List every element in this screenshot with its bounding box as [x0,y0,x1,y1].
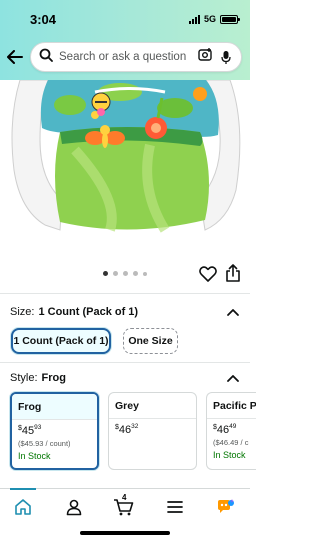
status-indicators: 5G [188,14,240,24]
person-icon [66,499,82,516]
battery-icon [220,14,240,24]
style-card-frog[interactable]: Frog $4593 ($45.93 / count) In Stock [10,392,99,470]
home-icon [15,499,31,515]
style-selected-value: Frog [41,372,66,384]
home-indicator [80,531,170,535]
size-option-1-count[interactable]: 1 Count (Pack of 1) [11,328,111,354]
style-card-unit-price: ($46.49 / c [213,438,249,447]
product-image[interactable] [0,80,250,250]
chevron-up-icon[interactable] [226,304,240,316]
menu-icon [167,501,183,513]
cart-count-badge: 4 [122,493,127,502]
image-carousel-controls [0,262,250,286]
ai-assistant-icon [218,499,234,513]
size-selected-value: 1 Count (Pack of 1) [38,306,139,318]
nav-account[interactable] [63,497,85,517]
header: 3:04 5G Search or ask a question [0,0,250,80]
chevron-up-icon[interactable] [226,370,240,382]
carousel-dot[interactable] [123,271,128,276]
nav-cart[interactable]: 4 [113,493,135,517]
search-placeholder: Search or ask a question [59,51,187,63]
nav-active-indicator [10,488,36,490]
status-time: 3:04 [30,11,57,27]
style-card-unit-price: ($45.93 / count) [18,439,71,448]
style-card-grey[interactable]: Grey $4632 [108,392,197,470]
network-label: 5G [203,14,216,24]
carousel-dot[interactable] [113,271,118,276]
carousel-dot[interactable] [143,271,147,276]
heart-icon[interactable] [199,265,217,283]
search-input[interactable]: Search or ask a question [30,42,242,72]
camera-scan-icon[interactable] [198,47,213,67]
style-card-stock: In Stock [213,450,246,460]
style-card-price: $4593 [18,424,42,437]
share-icon[interactable] [225,264,241,282]
style-card-price: $4649 [213,423,237,436]
divider [0,362,250,363]
style-card-name: Grey [109,393,196,419]
style-card-name: Pacific Pe [207,393,256,419]
carousel-dot[interactable] [103,271,108,276]
nav-menu[interactable] [164,497,186,517]
style-card-price: $4632 [115,423,139,436]
search-icon [39,48,53,67]
size-label: Size: 1 Count (Pack of 1) [10,306,139,318]
style-label: Style: Frog [10,372,66,384]
nav-home[interactable] [12,497,34,517]
style-card-name: Frog [12,394,97,420]
divider [0,293,250,294]
carousel-dots[interactable] [103,271,147,276]
signal-icon [188,14,200,24]
style-card-stock: In Stock [18,451,51,461]
nav-rufus[interactable] [214,497,236,517]
size-option-one-size[interactable]: One Size [123,328,178,354]
microphone-icon[interactable] [219,49,233,65]
style-card-pacific[interactable]: Pacific Pe $4649 ($46.49 / c In Stock [206,392,256,470]
status-bar: 3:04 5G [0,0,250,38]
search-row: Search or ask a question [0,40,250,74]
carousel-dot[interactable] [133,271,138,276]
back-arrow-icon[interactable] [6,48,24,66]
